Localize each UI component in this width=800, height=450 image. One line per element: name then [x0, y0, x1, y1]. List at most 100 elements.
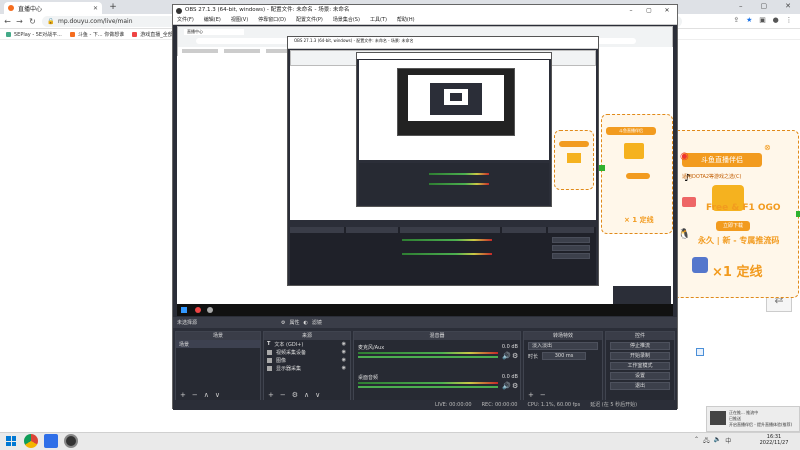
obs-minimize-icon[interactable]: – — [625, 5, 637, 16]
promo-text-1: 永久 | 新 - 专属推流码 — [698, 236, 780, 245]
star-icon[interactable]: ★ — [746, 16, 752, 27]
start-icon[interactable] — [4, 434, 18, 448]
transitions-dock-title: 转场特效 — [524, 332, 602, 340]
chevron-up-icon[interactable]: ⌃ — [694, 436, 699, 446]
volume-slider[interactable] — [358, 356, 498, 358]
mid-promo-text: × 1 定线 — [624, 216, 654, 224]
douyu-favicon-icon — [8, 5, 14, 11]
resize-handle[interactable] — [796, 211, 800, 217]
live-time: LIVE: 00:00:00 — [435, 402, 472, 408]
promo-badge: 斗鱼直播伴侣 — [682, 153, 762, 167]
menu-docks[interactable]: 停靠窗口(D) — [258, 16, 286, 24]
obs-preview[interactable]: 直播中心 OBS 27.1.3 (64-bit, windows) - 配置文件… — [177, 26, 673, 316]
gear-icon[interactable]: ⚙ — [281, 320, 285, 326]
no-source-label: 未选择源 — [177, 320, 198, 326]
duration-input[interactable]: 300 ms — [542, 352, 587, 360]
qq-icon: 🐧 — [678, 229, 691, 240]
filters-button[interactable]: 滤镜 — [312, 319, 322, 326]
reload-icon[interactable]: ↻ — [27, 16, 38, 27]
volume-slider[interactable] — [358, 386, 498, 388]
move-down-icon[interactable]: ∨ — [215, 391, 220, 399]
remove-icon[interactable]: − — [540, 391, 546, 399]
exit-button[interactable]: 退出 — [610, 382, 670, 390]
move-up-icon[interactable]: ∧ — [204, 391, 209, 399]
nested-preview — [290, 50, 596, 220]
stop-streaming-button[interactable]: 停止推流 — [610, 342, 670, 350]
chrome-taskbar-icon[interactable] — [24, 434, 38, 448]
bookmark-item[interactable]: 斗鱼 - 下... 你做想谁 — [69, 31, 124, 38]
speaker-icon[interactable]: 🔊 — [502, 352, 511, 360]
new-tab-button[interactable]: + — [108, 2, 118, 12]
eye-icon[interactable]: ◉ — [342, 341, 346, 347]
gear-icon[interactable]: ⚙ — [512, 352, 518, 360]
source-item[interactable]: 图像 ◉ — [264, 356, 350, 364]
source-item[interactable]: T 文本 (GDI+) ◉ — [264, 340, 350, 348]
forward-arrow-icon[interactable]: → — [14, 16, 25, 27]
move-up-icon[interactable]: ∧ — [304, 391, 309, 399]
filter-icon[interactable]: ◐ — [304, 320, 308, 326]
eye-icon[interactable]: ◉ — [342, 357, 346, 363]
close-icon[interactable]: ✕ — [785, 2, 791, 12]
mixer-channel: 桌面音频 0.0 dB 🔊 ⚙ — [358, 374, 518, 400]
menu-view[interactable]: 视图(V) — [231, 16, 248, 24]
properties-button[interactable]: 属性 — [290, 319, 300, 326]
tab-close-icon[interactable]: ✕ — [93, 5, 98, 12]
bookmark-item[interactable]: 5EPlay - 5E对战平... — [6, 31, 62, 38]
window-controls: – ▢ ✕ — [730, 2, 800, 12]
resize-handle[interactable] — [599, 165, 605, 171]
ime-icon[interactable]: 中 — [725, 436, 731, 446]
bookmark-item[interactable]: 游戏直播_全部 — [132, 31, 173, 38]
eye-icon[interactable]: ◉ — [342, 349, 346, 355]
eye-icon[interactable]: ◉ — [342, 365, 346, 371]
network-icon[interactable]: 🖧 — [703, 436, 710, 446]
share-icon[interactable]: ⇪ — [733, 16, 739, 27]
source-item[interactable]: 显示器采集 ◉ — [264, 364, 350, 372]
add-icon[interactable]: + — [180, 391, 186, 399]
minimize-icon[interactable]: – — [739, 2, 743, 12]
profile-icon[interactable]: ● — [773, 16, 779, 27]
menu-scene-collection[interactable]: 场景集合(S) — [333, 16, 360, 24]
mixer-dock: 混音器 麦克风/Aux 0.0 dB 🔊 ⚙ 桌面音频 0.0 dB 🔊 ⚙ — [353, 331, 521, 401]
obs-maximize-icon[interactable]: ▢ — [643, 5, 655, 16]
speaker-icon[interactable]: 🔊 — [502, 382, 511, 390]
remove-icon[interactable]: − — [192, 391, 198, 399]
app-taskbar-icon[interactable] — [44, 434, 58, 448]
menu-profile[interactable]: 配置文件(P) — [296, 16, 323, 24]
add-icon[interactable]: + — [528, 391, 534, 399]
obs-close-icon[interactable]: ✕ — [661, 5, 673, 16]
obs-taskbar-icon[interactable] — [64, 434, 78, 448]
move-down-icon[interactable]: ∨ — [315, 391, 320, 399]
close-circle-icon[interactable]: ⊗ — [764, 143, 771, 152]
gear-icon[interactable]: ⚙ — [512, 382, 518, 390]
remove-icon[interactable]: − — [280, 391, 286, 399]
menu-dots-icon[interactable]: ⋮ — [786, 16, 793, 27]
studio-mode-button[interactable]: 工作室模式 — [610, 362, 670, 370]
add-icon[interactable]: + — [268, 391, 274, 399]
back-arrow-icon[interactable]: ← — [2, 16, 13, 27]
controls-dock-title: 控件 — [606, 332, 674, 340]
gear-icon[interactable]: ⚙ — [292, 391, 298, 399]
start-recording-button[interactable]: 开始录制 — [610, 352, 670, 360]
maximize-icon[interactable]: ▢ — [761, 2, 768, 12]
sources-dock: 来源 T 文本 (GDI+) ◉ 视频采集设备 ◉ 图像 ◉ 显示器采集 ◉ + − ⚙ … — [263, 331, 351, 401]
obs-source-toolbar: 未选择源 ⚙ 属性 ◐ 滤镜 — [173, 317, 677, 328]
promo-text-2: ×1 定线 — [712, 265, 763, 280]
settings-button[interactable]: 设置 — [610, 372, 670, 380]
menu-file[interactable]: 文件(F) — [177, 16, 194, 24]
browser-tab[interactable]: 直播中心 ✕ — [4, 2, 102, 14]
clock[interactable]: 16:31 2022/11/27 — [752, 434, 796, 446]
menu-edit[interactable]: 编辑(E) — [204, 16, 221, 24]
scene-item[interactable]: 场景 — [176, 340, 260, 348]
menu-tools[interactable]: 工具(T) — [370, 16, 387, 24]
download-button[interactable]: 立即下载 — [716, 221, 750, 231]
extensions-icon[interactable]: ▣ — [759, 16, 766, 27]
text-source-icon: T — [267, 341, 271, 347]
transition-select[interactable]: 淡入淡出 — [528, 342, 598, 350]
obs-status-bar: LIVE: 00:00:00 REC: 00:00:00 CPU: 1.1%, … — [173, 400, 677, 410]
source-item[interactable]: 视频采集设备 ◉ — [264, 348, 350, 356]
notification-popup[interactable]: 正在推... 推流中 已推送 开启直播伴侣 - 提升直播体验(推荐) — [706, 406, 800, 432]
cursor-icon — [696, 348, 704, 356]
bookmark-icon — [6, 31, 11, 37]
menu-help[interactable]: 帮助(H) — [397, 16, 415, 24]
volume-icon[interactable]: 🔈 — [714, 436, 721, 446]
